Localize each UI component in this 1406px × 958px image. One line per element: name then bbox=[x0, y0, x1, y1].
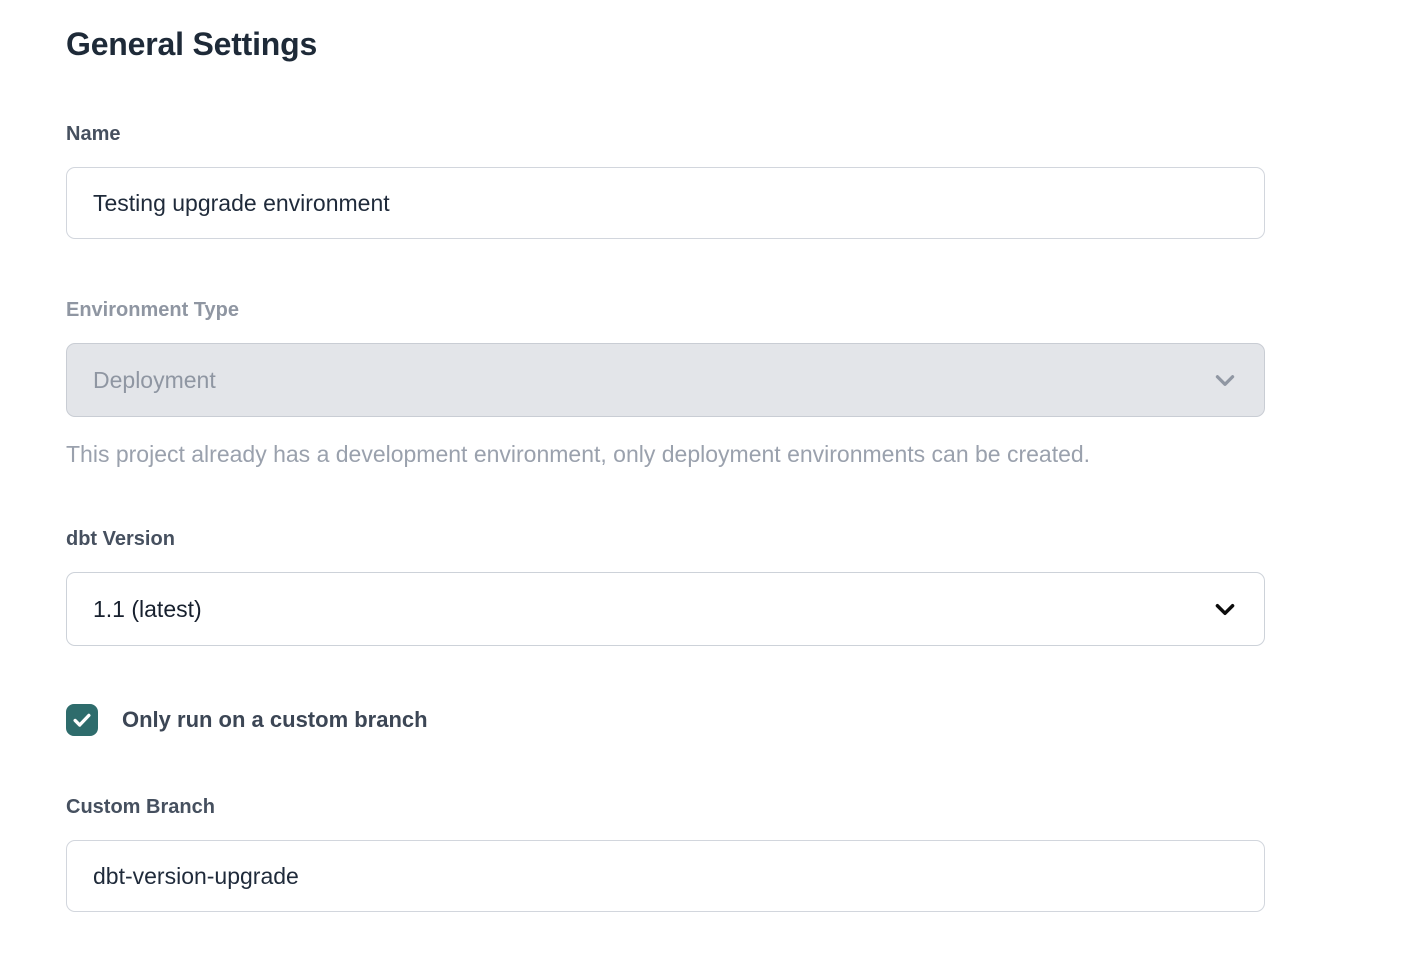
name-input[interactable] bbox=[66, 167, 1265, 239]
custom-branch-checkbox-label[interactable]: Only run on a custom branch bbox=[122, 707, 428, 733]
name-field-block: Name bbox=[66, 123, 1265, 239]
page-title: General Settings bbox=[66, 26, 1340, 63]
environment-type-selected-value: Deployment bbox=[93, 367, 216, 394]
dbt-version-label: dbt Version bbox=[66, 528, 1265, 551]
chevron-down-icon bbox=[1212, 596, 1238, 622]
dbt-version-selected-value: 1.1 (latest) bbox=[93, 596, 202, 623]
dbt-version-field-block: dbt Version 1.1 (latest) bbox=[66, 528, 1265, 646]
environment-type-label: Environment Type bbox=[66, 299, 1265, 322]
environment-type-select: Deployment bbox=[66, 343, 1265, 417]
chevron-down-icon bbox=[1212, 367, 1238, 393]
environment-type-field-block: Environment Type Deployment This project… bbox=[66, 299, 1265, 468]
checkmark-icon bbox=[71, 709, 93, 731]
dbt-version-select[interactable]: 1.1 (latest) bbox=[66, 572, 1265, 646]
custom-branch-field-block: Custom Branch bbox=[66, 796, 1265, 912]
custom-branch-toggle-row: Only run on a custom branch bbox=[66, 704, 1340, 736]
general-settings-page: General Settings Name Environment Type D… bbox=[0, 0, 1340, 912]
custom-branch-input[interactable] bbox=[66, 840, 1265, 912]
custom-branch-label: Custom Branch bbox=[66, 796, 1265, 819]
custom-branch-checkbox[interactable] bbox=[66, 704, 98, 736]
name-field-label: Name bbox=[66, 123, 1265, 146]
environment-type-helper-text: This project already has a development e… bbox=[66, 441, 1265, 468]
